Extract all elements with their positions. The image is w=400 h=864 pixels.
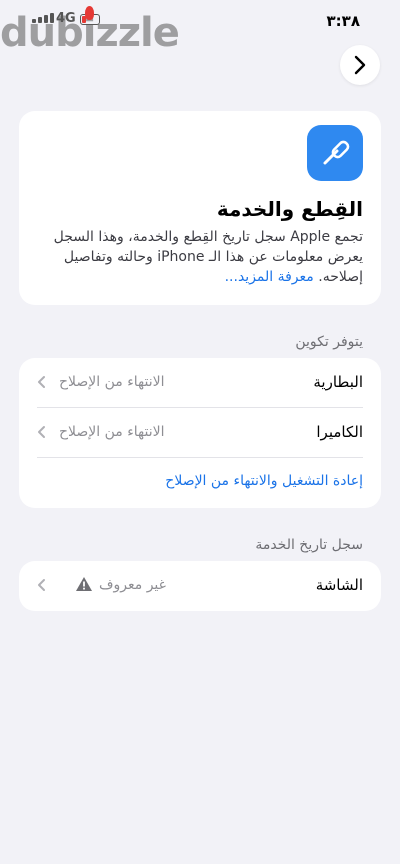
learn-more-link[interactable]: معرفة المزيد...	[225, 269, 314, 285]
parts-service-card: القِطع والخدمة تجمع Apple سجل تاريخ القِ…	[19, 111, 381, 305]
display-label: الشاشة	[315, 576, 363, 594]
chevron-left-icon	[38, 376, 45, 388]
service-history-header: سجل تاريخ الخدمة	[255, 537, 363, 553]
page-title: القِطع والخدمة	[216, 197, 363, 221]
page-description: تجمع Apple سجل تاريخ القِطع والخدمة، وهذ…	[35, 227, 363, 287]
camera-status: الانتهاء من الإصلاح	[59, 424, 165, 440]
chevron-left-icon	[38, 426, 45, 438]
availability-header: يتوفر تكوين	[295, 334, 363, 350]
chevron-left-icon	[38, 579, 45, 591]
restart-finish-repair-link[interactable]: إعادة التشغيل والانتهاء من الإصلاح	[165, 473, 363, 489]
camera-row[interactable]: الكاميرا الانتهاء من الإصلاح	[19, 408, 381, 458]
screwdriver-icon	[307, 125, 363, 181]
watermark-logo: dubizzle	[0, 6, 180, 56]
display-row[interactable]: الشاشة غير معروف	[19, 561, 381, 611]
camera-label: الكاميرا	[316, 423, 363, 441]
availability-card: البطارية الانتهاء من الإصلاح الكاميرا ال…	[19, 358, 381, 508]
flame-icon	[85, 6, 94, 20]
back-button[interactable]	[340, 45, 380, 85]
display-status: غير معروف	[99, 577, 166, 593]
row-divider	[37, 457, 363, 458]
battery-status: الانتهاء من الإصلاح	[59, 374, 165, 390]
warning-icon	[76, 577, 92, 591]
battery-row[interactable]: البطارية الانتهاء من الإصلاح	[19, 358, 381, 408]
battery-label: البطارية	[313, 373, 363, 391]
service-history-card: الشاشة غير معروف	[19, 561, 381, 611]
chevron-right-icon	[354, 55, 366, 75]
description-text: تجمع Apple سجل تاريخ القِطع والخدمة، وهذ…	[53, 229, 363, 285]
status-time: ٣:٣٨	[326, 12, 360, 30]
